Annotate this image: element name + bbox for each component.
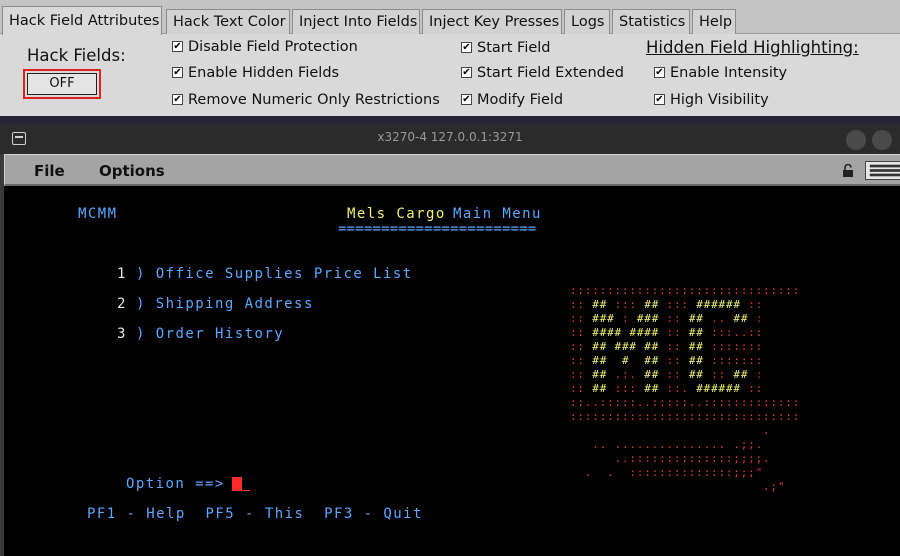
- option-label: Start Field: [477, 40, 551, 56]
- tab-help[interactable]: Help: [692, 9, 736, 34]
- menu-number-1: 1: [117, 266, 127, 282]
- option-label: Enable Intensity: [670, 65, 788, 81]
- option-label: Remove Numeric Only Restrictions: [188, 92, 440, 108]
- pf-key-help: PF1 - Help PF5 - This PF3 - Quit: [87, 506, 423, 522]
- window-titlebar[interactable]: x3270-4 127.0.0.1:3271: [0, 124, 900, 154]
- option-label: Start Field Extended: [477, 65, 624, 81]
- option-label: Disable Field Protection: [188, 39, 358, 55]
- option-label: High Visibility: [670, 92, 769, 108]
- terminal-screen[interactable]: MCMM Mels Cargo Main Menu ==============…: [4, 186, 900, 556]
- keyboard-icon[interactable]: [865, 161, 900, 180]
- menu-item-shipping-address: ) Shipping Address: [136, 296, 314, 312]
- hack-fields-title: Hack Fields:: [27, 46, 126, 65]
- tab-hack-text-color[interactable]: Hack Text Color: [166, 9, 290, 34]
- tab-statistics[interactable]: Statistics: [612, 9, 690, 34]
- check-icon[interactable]: ✔: [172, 94, 183, 105]
- check-icon[interactable]: ✔: [461, 42, 472, 53]
- panel-body: Hack Fields: OFF ✔ Disable Field Protect…: [0, 34, 900, 116]
- tab-bar: Hack Field Attributes Hack Text Color In…: [0, 0, 900, 35]
- check-icon[interactable]: ✔: [654, 67, 665, 78]
- hack-fields-toggle-button[interactable]: OFF: [27, 73, 97, 95]
- tab-inject-into-fields[interactable]: Inject Into Fields: [292, 9, 420, 34]
- check-icon[interactable]: ✔: [461, 67, 472, 78]
- input-cursor[interactable]: [232, 477, 242, 491]
- desktop-background: [0, 116, 900, 124]
- check-icon[interactable]: ✔: [172, 67, 183, 78]
- hidden-field-highlighting-title: Hidden Field Highlighting:: [646, 38, 859, 57]
- menu-number-3: 3: [117, 326, 127, 342]
- menubar: File Options: [4, 154, 900, 186]
- input-field-underline: [242, 490, 250, 491]
- screen-title-company: Mels Cargo: [347, 206, 446, 222]
- title-underline: =======================: [338, 221, 537, 237]
- lock-open-icon: [843, 164, 853, 177]
- menu-options[interactable]: Options: [99, 162, 165, 180]
- ascii-logo: ::::::::::::::::::::::::::::::: :: ## ::…: [570, 284, 801, 493]
- menu-item-order-history: ) Order History: [136, 326, 285, 342]
- menu-file[interactable]: File: [34, 162, 65, 180]
- tab-hack-field-attributes[interactable]: Hack Field Attributes: [2, 6, 162, 35]
- menu-number-2: 2: [117, 296, 127, 312]
- option-label: Enable Hidden Fields: [188, 65, 340, 81]
- check-icon[interactable]: ✔: [654, 94, 665, 105]
- tab-logs[interactable]: Logs: [564, 9, 610, 34]
- window-title: x3270-4 127.0.0.1:3271: [377, 130, 523, 144]
- menu-item-office-supplies: ) Office Supplies Price List: [136, 266, 413, 282]
- minimize-button[interactable]: [846, 130, 866, 150]
- screen-id: MCMM: [78, 206, 118, 222]
- check-icon[interactable]: ✔: [461, 94, 472, 105]
- tab-inject-key-presses[interactable]: Inject Key Presses: [422, 9, 562, 34]
- option-prompt: Option ==>: [126, 476, 225, 492]
- maximize-button[interactable]: [872, 130, 892, 150]
- hack-panel: Hack Field Attributes Hack Text Color In…: [0, 0, 900, 116]
- option-label: Modify Field: [477, 92, 564, 108]
- check-icon[interactable]: ✔: [172, 41, 183, 52]
- screen-title-menu: Main Menu: [453, 206, 542, 222]
